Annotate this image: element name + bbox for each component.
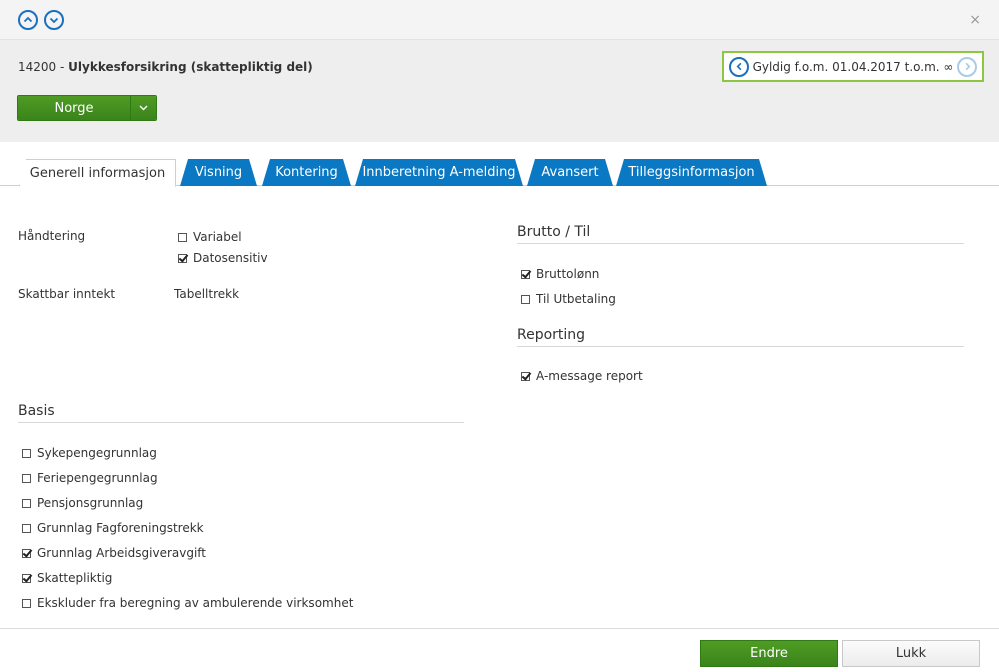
close-icon[interactable]: × <box>969 12 981 28</box>
footer-bar: Endre Lukk <box>0 628 999 672</box>
edit-button[interactable]: Endre <box>700 640 838 667</box>
taxable-income-label: Skattbar inntekt <box>18 287 116 301</box>
checkbox[interactable] <box>22 523 31 533</box>
checkbox-label: Skattepliktig <box>37 571 113 585</box>
country-split-button: Norge <box>17 95 157 121</box>
checkbox-grunnlag-fagforeningstrekk[interactable]: Grunnlag Fagforeningstrekk <box>22 521 204 535</box>
record-code: 14200 <box>18 60 57 74</box>
record-header: 14200 - Ulykkesforsikring (skattepliktig… <box>0 40 999 142</box>
tab-tilleggsinformasjon[interactable]: Tilleggsinformasjon <box>616 159 767 186</box>
tab-generell-informasjon[interactable]: Generell informasjon <box>19 159 176 187</box>
checkbox-bruttolonn[interactable]: Bruttolønn <box>521 267 599 281</box>
tab-kontering[interactable]: Kontering <box>262 159 351 186</box>
checkbox[interactable] <box>521 269 530 279</box>
tab-innberetning-a-melding[interactable]: Innberetning A-melding <box>355 159 523 186</box>
validity-navigator: Gyldig f.o.m. 01.04.2017 t.o.m. ∞ <box>722 51 984 82</box>
chevron-right-icon[interactable] <box>957 56 977 77</box>
record-separator: - <box>56 60 69 74</box>
checkbox-variabel[interactable]: Variabel <box>178 230 242 244</box>
checkbox-label: Pensjonsgrunnlag <box>37 496 144 510</box>
chevron-up-icon[interactable] <box>18 10 38 30</box>
country-button[interactable]: Norge <box>18 96 130 120</box>
divider <box>18 422 464 423</box>
chevron-down-icon[interactable] <box>130 96 156 120</box>
checkbox[interactable] <box>178 253 187 263</box>
taxable-income-value: Tabelltrekk <box>174 287 240 301</box>
checkbox-sykepengegrunnlag[interactable]: Sykepengegrunnlag <box>22 446 157 460</box>
divider <box>517 346 964 347</box>
checkbox-label: Datosensitiv <box>193 251 268 265</box>
checkbox-label: Ekskluder fra beregning av ambulerende v… <box>37 596 354 610</box>
tab-bar: Generell informasjon Visning Kontering I… <box>0 158 999 187</box>
checkbox-datosensitiv[interactable]: Datosensitiv <box>178 251 268 265</box>
checkbox-pensjonsgrunnlag[interactable]: Pensjonsgrunnlag <box>22 496 143 510</box>
checkbox-label: Til Utbetaling <box>536 292 616 306</box>
reporting-title: Reporting <box>517 327 586 343</box>
checkbox-label: Bruttolønn <box>536 267 600 281</box>
record-title: 14200 - Ulykkesforsikring (skattepliktig… <box>18 60 313 74</box>
checkbox[interactable] <box>178 232 187 242</box>
checkbox-a-message-report[interactable]: A-message report <box>521 369 643 383</box>
checkbox[interactable] <box>22 448 31 458</box>
chevron-down-icon[interactable] <box>44 10 64 30</box>
checkbox-feriepengegrunnlag[interactable]: Feriepengegrunnlag <box>22 471 158 485</box>
validity-text: Gyldig f.o.m. 01.04.2017 t.o.m. ∞ <box>752 59 954 74</box>
divider <box>517 243 964 244</box>
checkbox[interactable] <box>521 371 530 381</box>
gross-title: Brutto / Til <box>517 224 591 240</box>
checkbox-label: Feriepengegrunnlag <box>37 471 158 485</box>
checkbox-til-utbetaling[interactable]: Til Utbetaling <box>521 292 616 306</box>
checkbox-label: Variabel <box>193 230 242 244</box>
tab-visning[interactable]: Visning <box>180 159 257 186</box>
checkbox[interactable] <box>22 573 31 583</box>
checkbox-ekskluder-ambulerende[interactable]: Ekskluder fra beregning av ambulerende v… <box>22 596 353 610</box>
top-bar: × <box>0 0 999 40</box>
checkbox-label: Grunnlag Arbeidsgiveravgift <box>37 546 207 560</box>
checkbox[interactable] <box>22 498 31 508</box>
record-name: Ulykkesforsikring (skattepliktig del) <box>68 60 313 74</box>
handling-label: Håndtering <box>18 229 86 243</box>
close-button[interactable]: Lukk <box>842 640 980 667</box>
checkbox[interactable] <box>22 598 31 608</box>
checkbox[interactable] <box>521 294 530 304</box>
checkbox-label: Sykepengegrunnlag <box>37 446 157 460</box>
checkbox-grunnlag-arbeidsgiveravgift[interactable]: Grunnlag Arbeidsgiveravgift <box>22 546 206 560</box>
checkbox-label: Grunnlag Fagforeningstrekk <box>37 521 204 535</box>
checkbox-skattepliktig[interactable]: Skattepliktig <box>22 571 112 585</box>
checkbox[interactable] <box>22 548 31 558</box>
tab-avansert[interactable]: Avansert <box>527 159 613 186</box>
basis-title: Basis <box>18 403 55 419</box>
chevron-left-icon[interactable] <box>729 56 749 77</box>
checkbox[interactable] <box>22 473 31 483</box>
checkbox-label: A-message report <box>536 369 643 383</box>
